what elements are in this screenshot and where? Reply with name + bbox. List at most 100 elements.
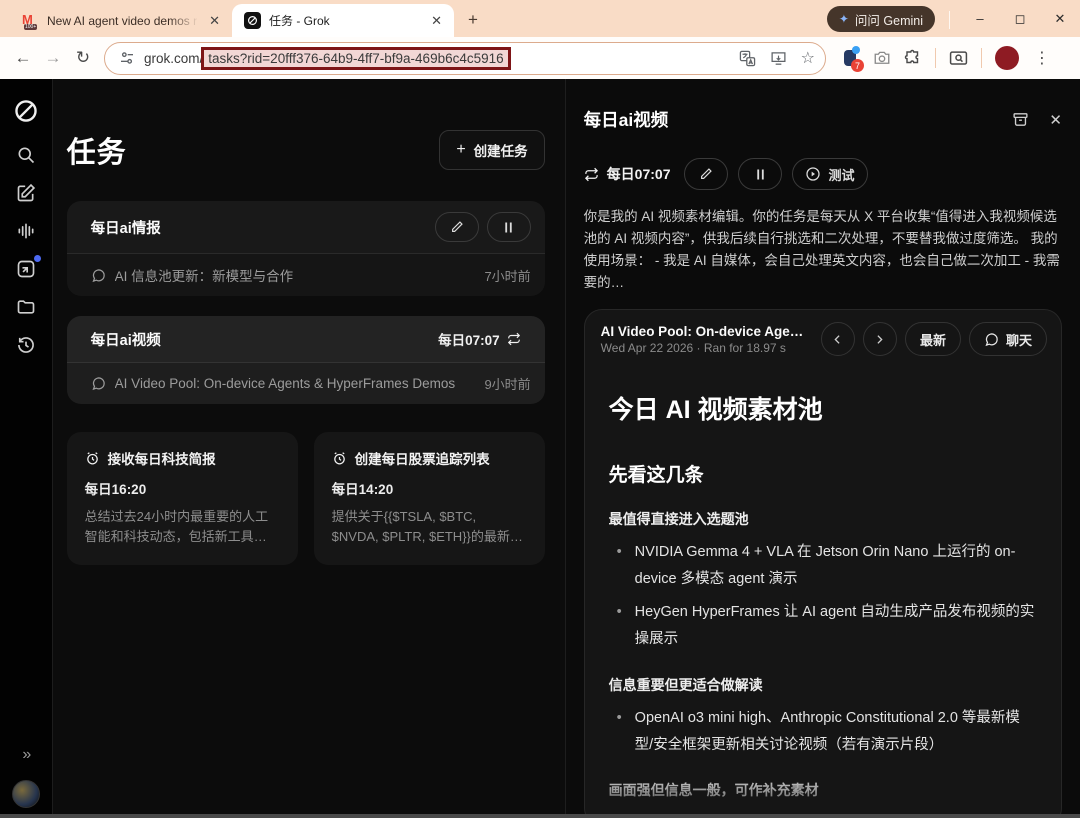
tasks-icon[interactable] [8, 251, 44, 287]
divider [981, 48, 982, 68]
detail-title: 每日ai视频 [583, 110, 669, 130]
minimize-button[interactable]: – [960, 11, 1000, 26]
password-extension-icon[interactable]: 7 [840, 46, 864, 72]
ask-gemini-button[interactable]: ✦ 问问 Gemini [826, 6, 935, 32]
chat-bubble-icon [985, 333, 998, 347]
grok-app: » 任务 + 创建任务 每日ai情报 AI 信息池更新：新模型与合作 7小时前 … [0, 79, 1080, 814]
notification-dot [33, 255, 41, 262]
result-section-heading: 信息重要但更适合做解读 [608, 676, 763, 693]
result-h1: 今日 AI 视频素材池 [608, 396, 823, 425]
tab-title: New AI agent video demos r [47, 13, 198, 28]
edit-task-button[interactable] [434, 212, 479, 242]
gmail-favicon-icon: M 100+ [22, 12, 38, 30]
pause-schedule-button[interactable] [738, 158, 783, 190]
bullet-item: NVIDIA Gemma 4 + VLA 在 Jetson Orin Nano … [609, 539, 1037, 593]
create-task-button[interactable]: + 创建任务 [439, 130, 545, 170]
prev-result-button[interactable] [820, 322, 855, 357]
task-time: 7小时前 [484, 268, 531, 284]
suggestion-schedule: 每日14:20 [331, 482, 394, 497]
result-h2: 先看这几条 [608, 465, 704, 487]
install-icon[interactable] [770, 50, 787, 67]
tab-close-icon[interactable]: ✕ [429, 13, 444, 29]
url-highlighted-path: tasks?rid=20fff376-64b9-4ff7-bf9a-469b6c… [201, 46, 511, 70]
extensions-puzzle-icon[interactable] [904, 49, 922, 67]
tab-title: 任务 - Grok [269, 14, 330, 28]
files-icon[interactable] [8, 289, 44, 325]
close-panel-icon[interactable]: ✕ [1049, 111, 1062, 129]
browser-menu-icon[interactable]: ⋮ [1032, 48, 1058, 68]
url-text: grok.com/tasks?rid=20fff376-64b9-4ff7-bf… [144, 46, 511, 70]
suggestion-description: 总结过去24小时内最重要的人工智能和科技动态，包括新工具发布、产… [84, 509, 269, 545]
task-last-result[interactable]: AI Video Pool: On-device Agents & HyperF… [66, 362, 545, 404]
task-detail-panel: 每日ai视频 ✕ 每日07:07 测试 你是我的 AI 视频素材编辑。你的任务是… [564, 79, 1080, 814]
task-card-daily-ai-video[interactable]: 每日ai视频 每日07:07 AI Video Pool: On-device … [66, 316, 545, 404]
alarm-clock-icon [333, 451, 345, 464]
new-tab-button[interactable]: + [460, 7, 486, 33]
forward-button[interactable]: → [38, 48, 68, 68]
pause-task-button[interactable] [486, 212, 531, 242]
extension-badge: 7 [851, 59, 864, 72]
task-schedule: 每日07:07 [438, 329, 521, 349]
bullet-item: OpenAI o3 mini high、Anthropic Constituti… [609, 705, 1037, 759]
edit-schedule-button[interactable] [684, 158, 729, 190]
test-task-button[interactable]: 测试 [792, 158, 868, 190]
bullet-item: HeyGen HyperFrames 让 AI agent 自动生成产品发布视频… [609, 599, 1037, 653]
tab-close-icon[interactable]: ✕ [207, 13, 222, 29]
task-last-result[interactable]: AI 信息池更新：新模型与合作 7小时前 [66, 253, 545, 296]
sidebar-expand-button[interactable]: » [22, 746, 31, 764]
translate-icon[interactable] [739, 50, 756, 67]
browser-toolbar: ← → ↻ grok.com/tasks?rid=20fff376-64b9-4… [0, 37, 1080, 79]
site-info-icon[interactable] [119, 50, 135, 66]
profile-avatar[interactable] [995, 46, 1019, 70]
bookmark-star-icon[interactable]: ☆ [801, 48, 815, 68]
result-content[interactable]: 今日 AI 视频素材池 先看这几条 最值得直接进入选题池 NVIDIA Gemm… [584, 368, 1061, 814]
browser-window: M 100+ New AI agent video demos r ✕ 任务 - … [0, 0, 1080, 818]
bullet-item: 100% AI 生成的 UGC 风格短视频演示（V2 系统一键生成带剪辑） [609, 810, 1037, 814]
screen-search-icon[interactable] [949, 49, 968, 68]
address-bar[interactable]: grok.com/tasks?rid=20fff376-64b9-4ff7-bf… [104, 41, 826, 75]
page-title: 任务 [66, 137, 127, 169]
task-time: 9小时前 [484, 377, 531, 392]
play-circle-icon [806, 167, 821, 181]
suggestion-description: 提供关于{{$TSLA, $BTC, $NVDA, $PLTR, $ETH}}的… [331, 509, 523, 545]
reload-button[interactable]: ↻ [68, 48, 98, 68]
repeat-icon [507, 332, 520, 346]
result-section-heading: 画面强但信息一般，可作补充素材 [608, 782, 819, 799]
gemini-star-icon: ✦ [838, 12, 849, 26]
suggestion-card-stock-watchlist[interactable]: 创建每日股票追踪列表 每日14:20 提供关于{{$TSLA, $BTC, $N… [313, 432, 545, 566]
result-bullet-list: 100% AI 生成的 UGC 风格短视频演示（V2 系统一键生成带剪辑） [609, 810, 1037, 814]
voice-icon[interactable] [8, 213, 44, 249]
extensions-area: 7 ⋮ [840, 46, 1058, 72]
task-prompt-description[interactable]: 你是我的 AI 视频素材编辑。你的任务是每天从 X 平台收集“值得进入我视频候选… [584, 206, 1062, 293]
tab-strip: M 100+ New AI agent video demos r ✕ 任务 - … [0, 0, 1080, 37]
result-card: AI Video Pool: On-device Agents &… Wed A… [583, 309, 1062, 814]
chat-bubble-icon [92, 377, 105, 391]
grok-logo-icon[interactable] [8, 93, 44, 129]
camera-extension-icon[interactable] [873, 49, 891, 67]
alarm-clock-icon [86, 451, 98, 464]
tab-gmail[interactable]: M 100+ New AI agent video demos r ✕ [10, 4, 232, 37]
maximize-button[interactable]: ◻ [1000, 11, 1040, 27]
task-title: 每日ai视频 [90, 332, 161, 349]
detail-schedule: 每日07:07 [584, 164, 670, 184]
back-button[interactable]: ← [8, 48, 38, 68]
window-controls: – ◻ ✕ [960, 0, 1080, 37]
compose-icon[interactable] [8, 175, 44, 211]
result-bullet-list: NVIDIA Gemma 4 + VLA 在 Jetson Orin Nano … [609, 539, 1037, 652]
user-avatar[interactable] [11, 780, 40, 808]
result-section-heading: 最值得直接进入选题池 [608, 511, 749, 528]
close-button[interactable]: ✕ [1040, 11, 1080, 27]
task-card-daily-ai-news[interactable]: 每日ai情报 AI 信息池更新：新模型与合作 7小时前 [66, 201, 545, 296]
latest-button[interactable]: 最新 [904, 322, 961, 357]
history-icon[interactable] [8, 327, 44, 363]
archive-icon[interactable] [1012, 111, 1029, 129]
result-meta: Wed Apr 22 2026 · Ran for 18.97 s [600, 340, 786, 355]
chat-button[interactable]: 聊天 [968, 322, 1047, 357]
task-title: 每日ai情报 [90, 220, 161, 237]
search-icon[interactable] [8, 137, 44, 173]
suggestion-card-tech-briefing[interactable]: 接收每日科技简报 每日16:20 总结过去24小时内最重要的人工智能和科技动态，… [66, 432, 298, 566]
tab-grok-active[interactable]: 任务 - Grok ✕ [232, 4, 454, 37]
next-result-button[interactable] [862, 322, 897, 357]
tasks-page: 任务 + 创建任务 每日ai情报 AI 信息池更新：新模型与合作 7小时前 每日… [53, 79, 565, 814]
grok-favicon-icon [244, 12, 261, 29]
